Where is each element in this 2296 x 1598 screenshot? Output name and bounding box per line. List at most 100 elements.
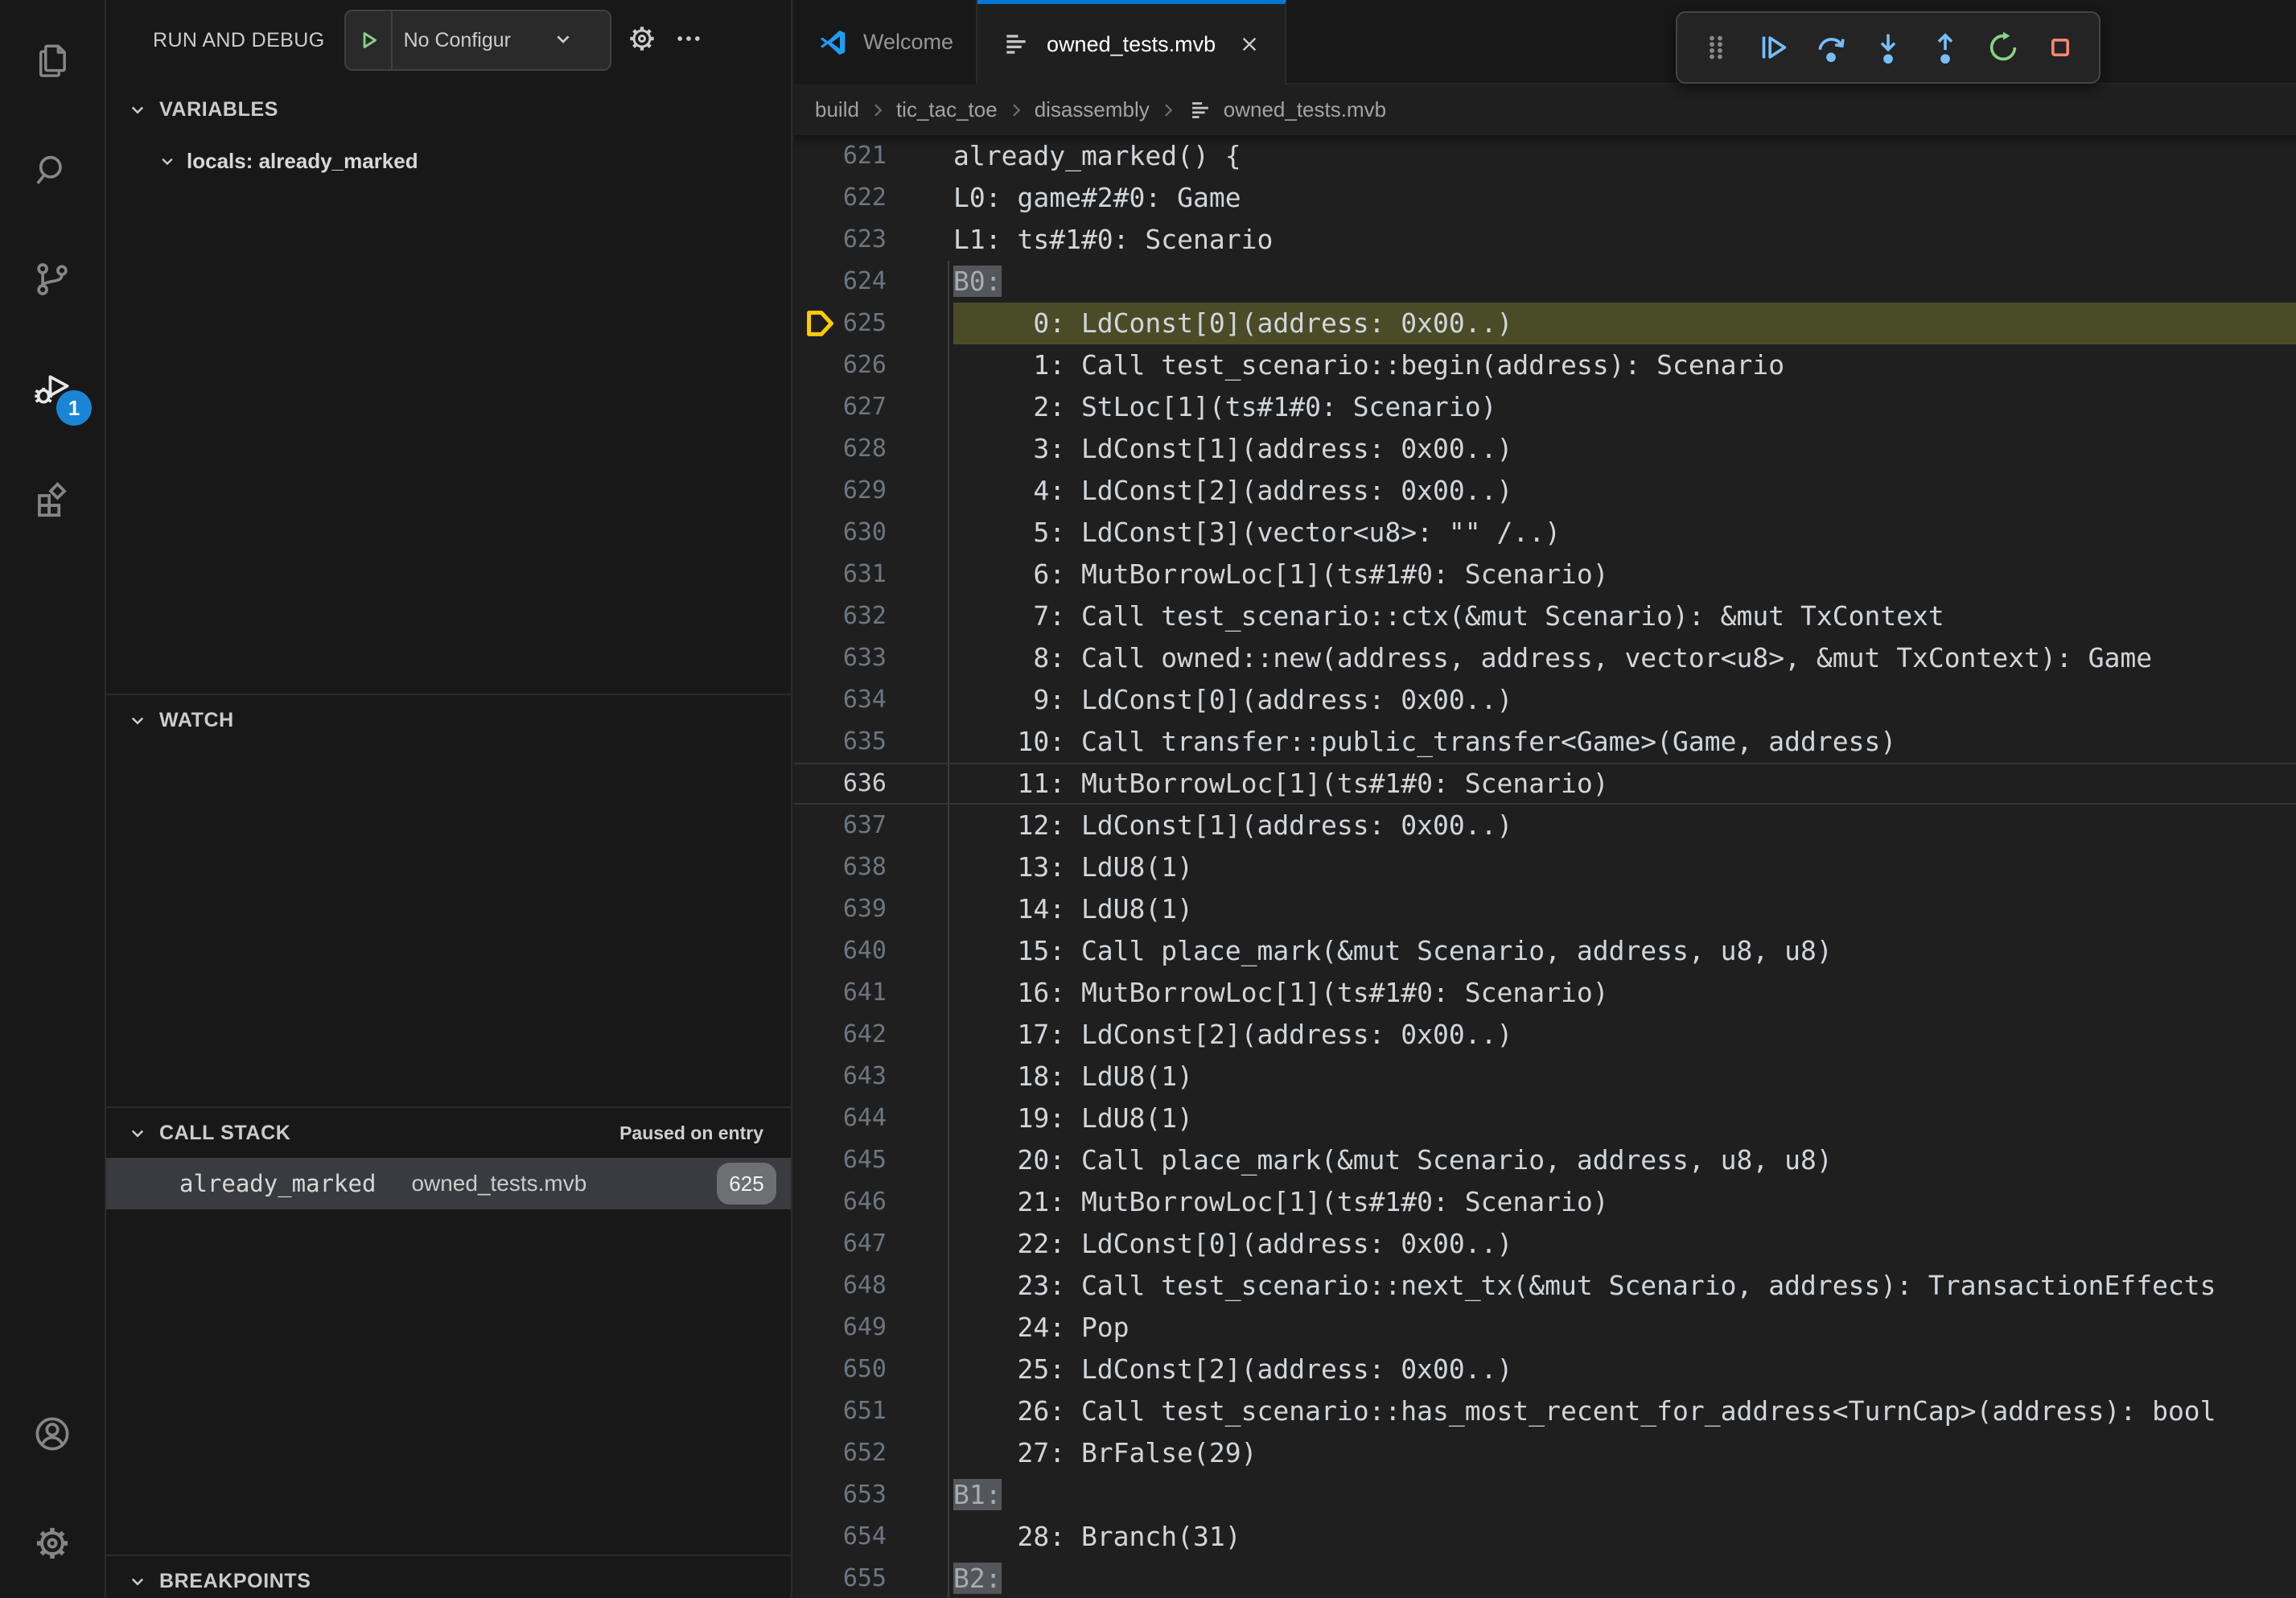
variables-locals-scope[interactable]: locals: already_marked [106, 135, 791, 187]
step-out-button[interactable] [1920, 22, 1971, 73]
code-line-626[interactable]: 626 1: Call test_scenario::begin(address… [794, 344, 2296, 386]
debug-config-dropdown[interactable]: No Configur [344, 10, 611, 71]
tab-owned-tests-mvb[interactable]: owned_tests.mvb [977, 0, 1286, 84]
stop-button[interactable] [2035, 22, 2086, 73]
line-number: 629 [843, 470, 887, 512]
code-line-text: B1: [953, 1474, 2296, 1516]
code-line-631[interactable]: 631 6: MutBorrowLoc[1](ts#1#0: Scenario) [794, 554, 2296, 595]
code-line-627[interactable]: 627 2: StLoc[1](ts#1#0: Scenario) [794, 386, 2296, 428]
activity-item-source-control[interactable] [0, 224, 105, 334]
line-number: 624 [843, 261, 887, 303]
line-number: 642 [843, 1014, 887, 1056]
code-line-635[interactable]: 635 10: Call transfer::public_transfer<G… [794, 721, 2296, 763]
code-line-636[interactable]: 636 11: MutBorrowLoc[1](ts#1#0: Scenario… [794, 763, 2296, 805]
line-number: 631 [843, 554, 887, 595]
code-line-652[interactable]: 652 27: BrFalse(29) [794, 1432, 2296, 1474]
breadcrumb-item[interactable]: build [815, 97, 859, 122]
code-line-629[interactable]: 629 4: LdConst[2](address: 0x00..) [794, 470, 2296, 512]
code-line-630[interactable]: 630 5: LdConst[3](vector<u8>: "" /..) [794, 512, 2296, 554]
activity-item-account[interactable] [0, 1379, 105, 1489]
code-line-637[interactable]: 637 12: LdConst[1](address: 0x00..) [794, 805, 2296, 846]
code-line-text: L1: ts#1#0: Scenario [953, 219, 2296, 261]
start-debug-icon[interactable] [346, 11, 393, 69]
breadcrumb-item[interactable]: tic_tac_toe [896, 97, 998, 122]
line-number: 649 [843, 1307, 887, 1349]
code-line-621[interactable]: 621already_marked() { [794, 135, 2296, 177]
step-into-button[interactable] [1862, 22, 1914, 73]
gutter: 642 [794, 1014, 953, 1056]
line-number: 621 [843, 135, 887, 177]
code-line-655[interactable]: 655B2: [794, 1558, 2296, 1598]
files-icon [31, 39, 73, 81]
code-line-text: 2: StLoc[1](ts#1#0: Scenario) [953, 386, 2296, 428]
line-number: 630 [843, 512, 887, 554]
more-actions-icon[interactable] [673, 23, 705, 59]
frame-function-name: already_marked [179, 1170, 376, 1197]
line-number: 636 [843, 764, 887, 803]
execution-pointer-icon [801, 305, 838, 342]
code-line-633[interactable]: 633 8: Call owned::new(address, address,… [794, 637, 2296, 679]
line-number: 645 [843, 1139, 887, 1181]
code-line-624[interactable]: 624B0: [794, 261, 2296, 303]
code-line-650[interactable]: 650 25: LdConst[2](address: 0x00..) [794, 1349, 2296, 1390]
code-line-639[interactable]: 639 14: LdU8(1) [794, 888, 2296, 930]
frame-file-name: owned_tests.mvb [411, 1171, 586, 1196]
code-line-623[interactable]: 623L1: ts#1#0: Scenario [794, 219, 2296, 261]
code-line-654[interactable]: 654 28: Branch(31) [794, 1516, 2296, 1558]
activity-item-files[interactable] [0, 6, 105, 115]
code-line-651[interactable]: 651 26: Call test_scenario::has_most_rec… [794, 1390, 2296, 1432]
call-stack-section-header[interactable]: CALL STACK Paused on entry [106, 1106, 791, 1158]
code-line-641[interactable]: 641 16: MutBorrowLoc[1](ts#1#0: Scenario… [794, 972, 2296, 1014]
debug-settings-gear-icon[interactable] [626, 23, 658, 59]
continue-button[interactable] [1747, 22, 1799, 73]
tab-welcome[interactable]: Welcome [794, 0, 977, 84]
code-line-text: 24: Pop [953, 1307, 2296, 1349]
code-line-645[interactable]: 645 20: Call place_mark(&mut Scenario, a… [794, 1139, 2296, 1181]
gripper-handle[interactable] [1690, 22, 1742, 73]
code-line-622[interactable]: 622L0: game#2#0: Game [794, 177, 2296, 219]
activity-item-settings-gear[interactable] [0, 1489, 105, 1598]
code-line-625[interactable]: 625 0: LdConst[0](address: 0x00..) [794, 303, 2296, 344]
code-line-646[interactable]: 646 21: MutBorrowLoc[1](ts#1#0: Scenario… [794, 1181, 2296, 1223]
gutter: 647 [794, 1223, 953, 1265]
line-number: 622 [843, 177, 887, 219]
code-line-text: 11: MutBorrowLoc[1](ts#1#0: Scenario) [953, 764, 2296, 803]
variables-section-header[interactable]: VARIABLES [106, 84, 791, 135]
code-line-640[interactable]: 640 15: Call place_mark(&mut Scenario, a… [794, 930, 2296, 972]
breakpoints-section-header[interactable]: BREAKPOINTS [106, 1555, 791, 1598]
code-line-628[interactable]: 628 3: LdConst[1](address: 0x00..) [794, 428, 2296, 470]
chevron-down-icon [125, 1119, 153, 1147]
code-line-649[interactable]: 649 24: Pop [794, 1307, 2296, 1349]
line-number: 639 [843, 888, 887, 930]
restart-button[interactable] [1977, 22, 2029, 73]
step-over-button[interactable] [1805, 22, 1857, 73]
code-line-638[interactable]: 638 13: LdU8(1) [794, 846, 2296, 888]
code-line-644[interactable]: 644 19: LdU8(1) [794, 1098, 2296, 1139]
line-number: 634 [843, 679, 887, 721]
code-line-653[interactable]: 653B1: [794, 1474, 2296, 1516]
code-line-632[interactable]: 632 7: Call test_scenario::ctx(&mut Scen… [794, 595, 2296, 637]
breadcrumb-item[interactable]: owned_tests.mvb [1224, 97, 1386, 122]
code-line-642[interactable]: 642 17: LdConst[2](address: 0x00..) [794, 1014, 2296, 1056]
file-lines-icon [1000, 28, 1032, 60]
gutter: 652 [794, 1432, 953, 1474]
gutter: 646 [794, 1181, 953, 1223]
activity-item-debug[interactable]: 1 [0, 334, 105, 443]
code-line-647[interactable]: 647 22: LdConst[0](address: 0x00..) [794, 1223, 2296, 1265]
watch-section-header[interactable]: WATCH [106, 694, 791, 745]
code-editor[interactable]: 621already_marked() {622L0: game#2#0: Ga… [794, 135, 2296, 1598]
close-icon[interactable] [1236, 31, 1262, 57]
code-line-text: 17: LdConst[2](address: 0x00..) [953, 1014, 2296, 1056]
line-number: 655 [843, 1558, 887, 1598]
code-line-634[interactable]: 634 9: LdConst[0](address: 0x00..) [794, 679, 2296, 721]
code-line-643[interactable]: 643 18: LdU8(1) [794, 1056, 2296, 1098]
activity-item-search[interactable] [0, 115, 105, 224]
code-line-text: 18: LdU8(1) [953, 1056, 2296, 1098]
breadcrumb-item[interactable]: disassembly [1035, 97, 1150, 122]
code-line-text: 8: Call owned::new(address, address, vec… [953, 637, 2296, 679]
debug-count-badge: 1 [56, 390, 92, 426]
call-stack-frame[interactable]: already_marked owned_tests.mvb 625 [106, 1158, 791, 1209]
code-line-text: 0: LdConst[0](address: 0x00..) [953, 303, 2296, 344]
code-line-648[interactable]: 648 23: Call test_scenario::next_tx(&mut… [794, 1265, 2296, 1307]
activity-item-extensions[interactable] [0, 443, 105, 553]
